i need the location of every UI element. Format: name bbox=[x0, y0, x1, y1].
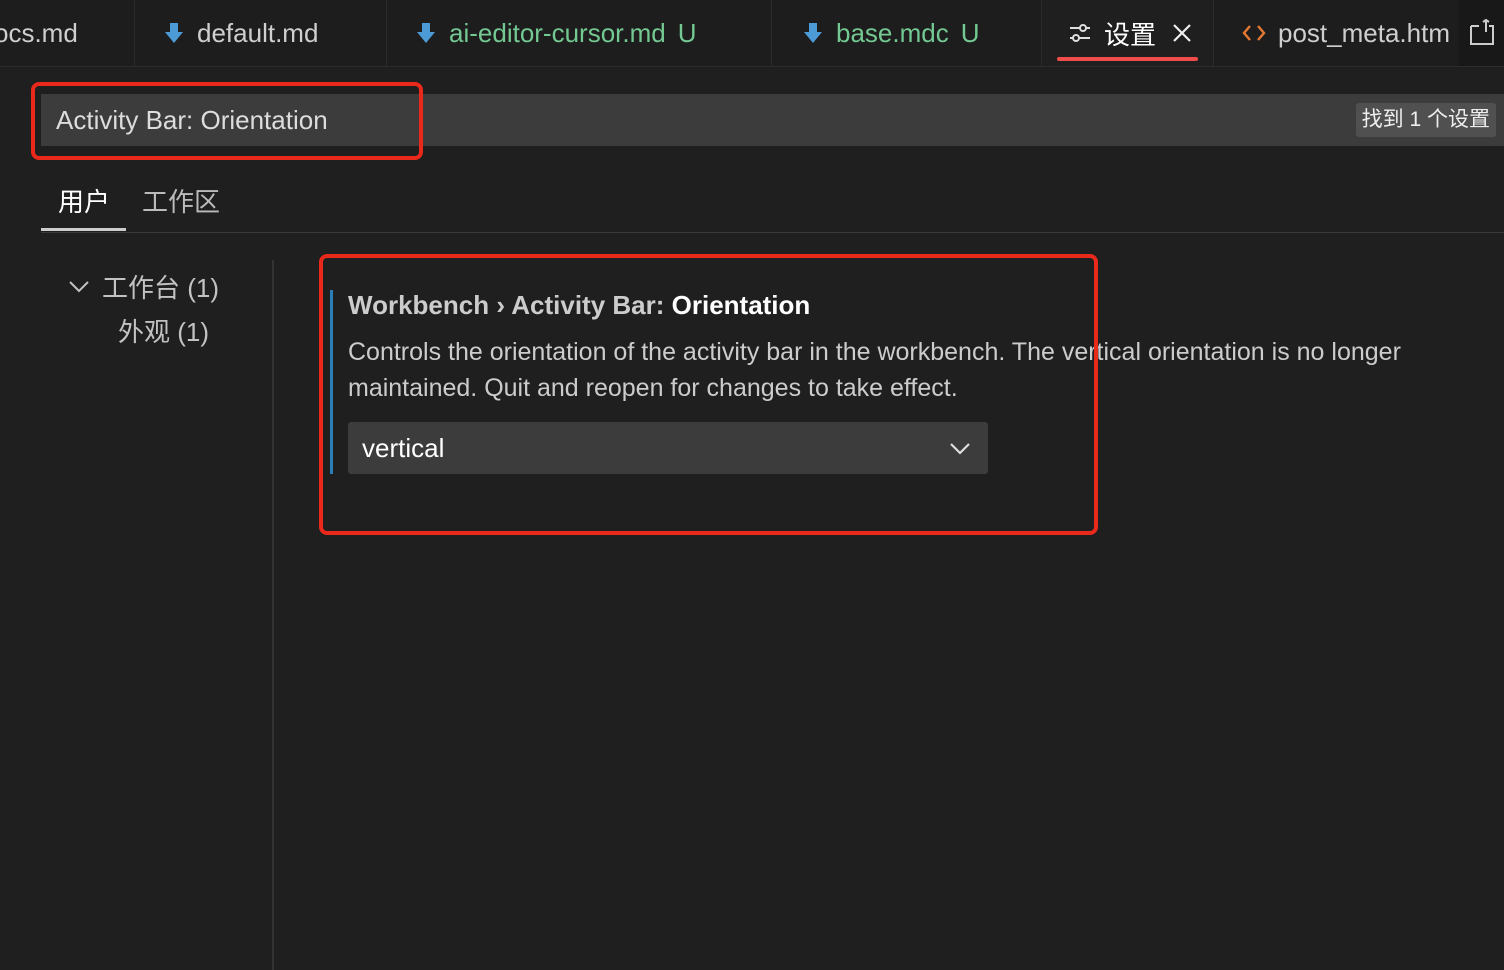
annotation-box-setting bbox=[319, 254, 1098, 535]
code-brackets-icon bbox=[1242, 23, 1266, 43]
toc-item-label: 外观 (1) bbox=[118, 317, 210, 347]
settings-sliders-icon bbox=[1068, 22, 1092, 44]
settings-toc: 工作台 (1) 外观 (1) bbox=[0, 260, 272, 970]
search-result-count: 找到 1 个设置 bbox=[1355, 103, 1496, 137]
markdown-download-icon bbox=[802, 21, 824, 45]
tab-default-md[interactable]: default.md bbox=[135, 0, 387, 66]
tab-docs-md[interactable]: ocs.md bbox=[0, 0, 135, 66]
chevron-down-icon bbox=[68, 280, 90, 294]
tab-label: post_meta.htm bbox=[1278, 17, 1450, 48]
untracked-badge: U bbox=[677, 17, 697, 48]
tab-base-mdc[interactable]: base.mdc U bbox=[772, 0, 1042, 66]
markdown-download-icon bbox=[415, 21, 437, 45]
tab-label: ocs.md bbox=[0, 17, 78, 48]
tab-label: default.md bbox=[197, 17, 319, 48]
close-icon[interactable] bbox=[1172, 23, 1192, 43]
tab-label: 设置 bbox=[1104, 19, 1157, 50]
toc-divider bbox=[272, 260, 274, 970]
tab-ai-editor-cursor-md[interactable]: ai-editor-cursor.md U bbox=[387, 0, 772, 66]
tab-label: base.mdc bbox=[836, 17, 949, 48]
tab-post-meta-html[interactable]: post_meta.htm bbox=[1214, 0, 1459, 66]
toc-item-label: 工作台 (1) bbox=[102, 273, 220, 303]
toc-item-appearance[interactable]: 外观 (1) bbox=[118, 312, 209, 349]
open-changes-icon[interactable] bbox=[1459, 0, 1504, 66]
markdown-download-icon bbox=[163, 21, 185, 45]
tab-label: ai-editor-cursor.md bbox=[449, 17, 666, 48]
untracked-badge: U bbox=[960, 17, 980, 48]
settings-scope-tabs: 用户 工作区 bbox=[41, 170, 1504, 233]
tab-workspace[interactable]: 工作区 bbox=[142, 182, 220, 219]
scope-tab-underline bbox=[41, 228, 126, 231]
toc-item-workbench[interactable]: 工作台 (1) bbox=[68, 268, 219, 305]
tab-user[interactable]: 用户 bbox=[58, 182, 110, 219]
annotation-box-search bbox=[31, 82, 423, 160]
editor-tab-bar: ocs.md default.md ai-editor-cursor.md U … bbox=[0, 0, 1504, 67]
active-tab-highlight bbox=[1057, 57, 1198, 61]
